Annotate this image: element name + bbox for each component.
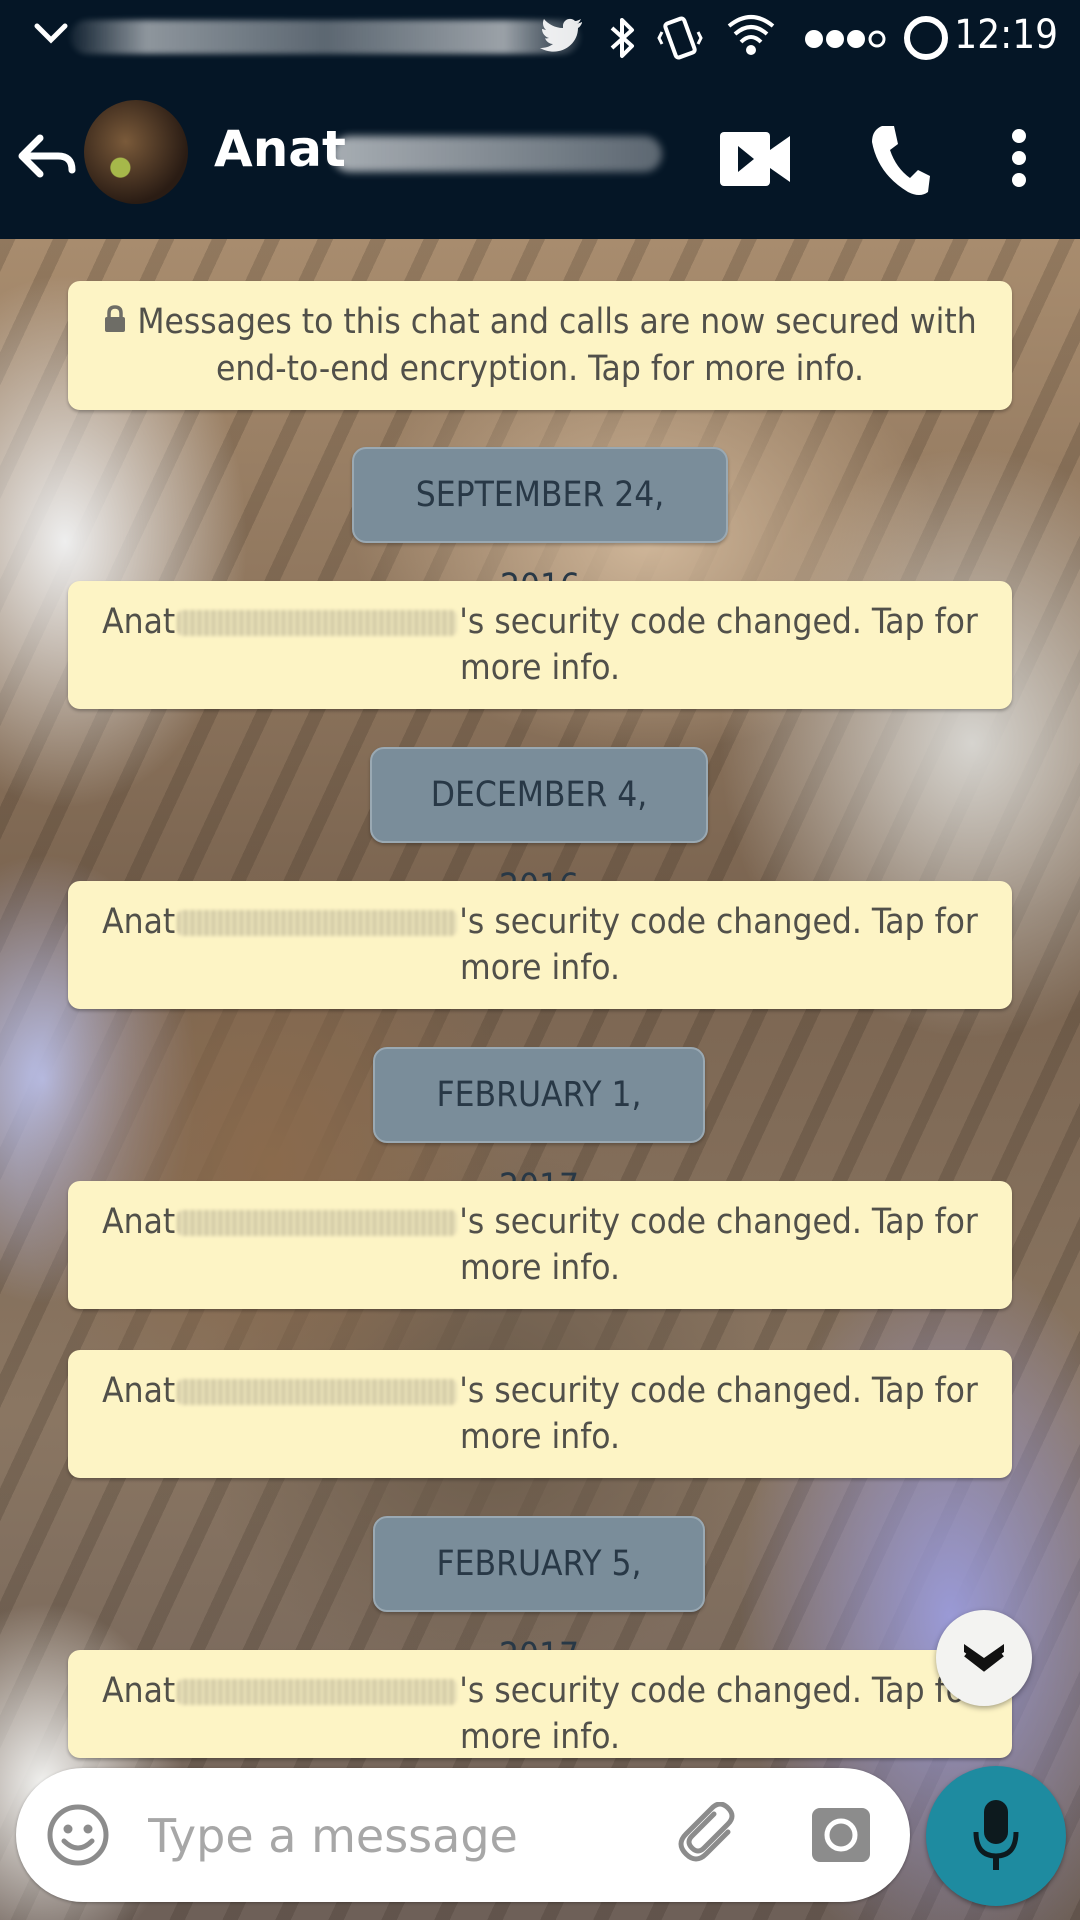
- redacted-name: [177, 1379, 458, 1405]
- message-contact-name: Anat: [102, 1371, 176, 1411]
- message-contact-name: Anat: [102, 602, 176, 642]
- security-code-message[interactable]: Anat 's security code changed. Tap for mo…: [68, 1350, 1012, 1478]
- more-options-icon[interactable]: [1008, 128, 1030, 192]
- security-code-message[interactable]: Anat 's security code changed. Tap for mo…: [68, 1181, 1012, 1309]
- voice-message-button[interactable]: [926, 1766, 1066, 1906]
- signal-dots-icon: [804, 28, 888, 54]
- status-time: 12:19: [954, 12, 1058, 58]
- contact-avatar[interactable]: [84, 100, 188, 204]
- circle-icon: [902, 14, 950, 66]
- message-input-bar: [16, 1768, 910, 1904]
- phone-icon[interactable]: [868, 122, 932, 202]
- encryption-notice-text: Messages to this chat and calls are now …: [137, 302, 977, 389]
- security-code-message[interactable]: Anat 's security code changed. Tap for mo…: [68, 881, 1012, 1009]
- status-bar: 12:19: [0, 0, 1080, 78]
- chat-header: Anat: [0, 78, 1080, 239]
- message-text: 's security code changed. Tap for more i…: [459, 1202, 978, 1288]
- camera-icon[interactable]: [810, 1804, 872, 1870]
- notification-text-blurred: [70, 20, 580, 54]
- wifi-icon: [726, 12, 776, 62]
- message-contact-name: Anat: [102, 1202, 176, 1242]
- microphone-icon: [970, 1798, 1022, 1880]
- redacted-name: [177, 1679, 458, 1705]
- date-chip: DECEMBER 4, 2016: [370, 747, 708, 907]
- redacted-name: [177, 1210, 458, 1236]
- contact-name-blurred: [332, 136, 662, 172]
- message-text: 's security code changed. Tap for more i…: [459, 902, 978, 988]
- message-contact-name: Anat: [102, 1671, 176, 1711]
- date-chip: FEBRUARY 5, 2017: [373, 1516, 705, 1676]
- encryption-notice[interactable]: Messages to this chat and calls are now …: [68, 281, 1012, 410]
- vibrate-icon: [656, 14, 704, 66]
- twitter-icon: [540, 16, 584, 60]
- video-call-icon[interactable]: [718, 128, 794, 194]
- message-text: 's security code changed. Tap for more i…: [459, 1371, 978, 1457]
- message-text: 's security code changed. Tap for more i…: [459, 602, 978, 688]
- message-input[interactable]: [146, 1768, 670, 1904]
- double-chevron-down-icon: [960, 1638, 1008, 1682]
- bluetooth-icon: [606, 14, 638, 66]
- emoji-icon[interactable]: [46, 1803, 110, 1871]
- chevron-down-icon: [34, 22, 68, 50]
- scroll-to-bottom-button[interactable]: [936, 1610, 1032, 1706]
- date-chip: SEPTEMBER 24, 2016: [352, 447, 728, 607]
- security-code-message[interactable]: Anat 's security code changed. Tap for mo…: [68, 581, 1012, 709]
- redacted-name: [177, 610, 458, 636]
- date-chip: FEBRUARY 1, 2017: [373, 1047, 705, 1207]
- redacted-name: [177, 910, 458, 936]
- message-contact-name: Anat: [102, 902, 176, 942]
- lock-icon: [103, 300, 127, 346]
- back-arrow-icon[interactable]: [18, 134, 76, 182]
- message-text: 's security code changed. Tap for more i…: [459, 1671, 978, 1757]
- security-code-message[interactable]: Anat 's security code changed. Tap for mo…: [68, 1650, 1012, 1758]
- contact-name[interactable]: Anat: [214, 120, 346, 178]
- attach-icon[interactable]: [676, 1801, 742, 1872]
